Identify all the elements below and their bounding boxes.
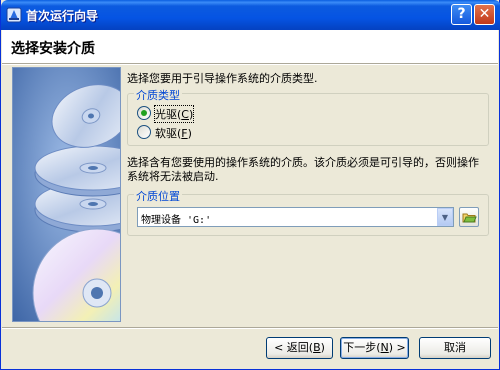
title-bar[interactable]: 首次运行向导 ? ✕ [1, 0, 500, 30]
header-divider [2, 63, 498, 65]
wizard-app-icon [6, 7, 22, 23]
media-type-group: 介质类型 光驱(C) 软驱(F) [127, 87, 489, 146]
footer-divider [2, 327, 498, 329]
media-location-group: 介质位置 物理设备 'G:' ▼ [127, 188, 489, 236]
radio-selected-dot [141, 110, 147, 116]
page-title: 选择安装介质 [11, 41, 95, 57]
help-icon[interactable]: ? [451, 4, 472, 25]
next-button[interactable]: 下一步(N) > [340, 337, 409, 359]
radio-cdrom-button[interactable] [137, 106, 151, 120]
browse-folder-icon [462, 213, 477, 223]
radio-floppy-label[interactable]: 软驱(F) [155, 125, 192, 141]
description-text: 选择含有您要使用的操作系统的介质。该介质必须是可引导的，否则操作系统将无法被启动… [127, 156, 479, 183]
intro-text: 选择您要用于引导操作系统的介质类型. [127, 72, 318, 85]
disc-stack-image [12, 67, 121, 322]
radio-floppy-button[interactable] [137, 125, 151, 139]
media-location-combo[interactable]: 物理设备 'G:' ▼ [137, 207, 454, 227]
dropdown-arrow-icon[interactable]: ▼ [437, 208, 453, 226]
radio-cdrom-label[interactable]: 光驱(C) [153, 105, 195, 123]
browse-button[interactable] [459, 207, 479, 227]
window-title: 首次运行向导 [26, 9, 99, 23]
radio-cdrom[interactable]: 光驱(C) [137, 105, 217, 123]
close-icon[interactable]: ✕ [474, 4, 495, 25]
back-button[interactable]: < 返回(B) [266, 337, 333, 359]
media-location-value: 物理设备 'G:' [141, 215, 212, 226]
cancel-button[interactable]: 取消 [419, 337, 491, 359]
first-run-wizard-window: 首次运行向导 ? ✕ 选择安装介质 选择您要用于引导操作系统的介质类型. 介质类… [0, 0, 500, 370]
media-type-group-title: 介质类型 [134, 87, 182, 103]
media-location-group-title: 介质位置 [134, 188, 182, 204]
wizard-header: 选择安装介质 [2, 30, 498, 63]
radio-floppy[interactable]: 软驱(F) [137, 125, 217, 141]
